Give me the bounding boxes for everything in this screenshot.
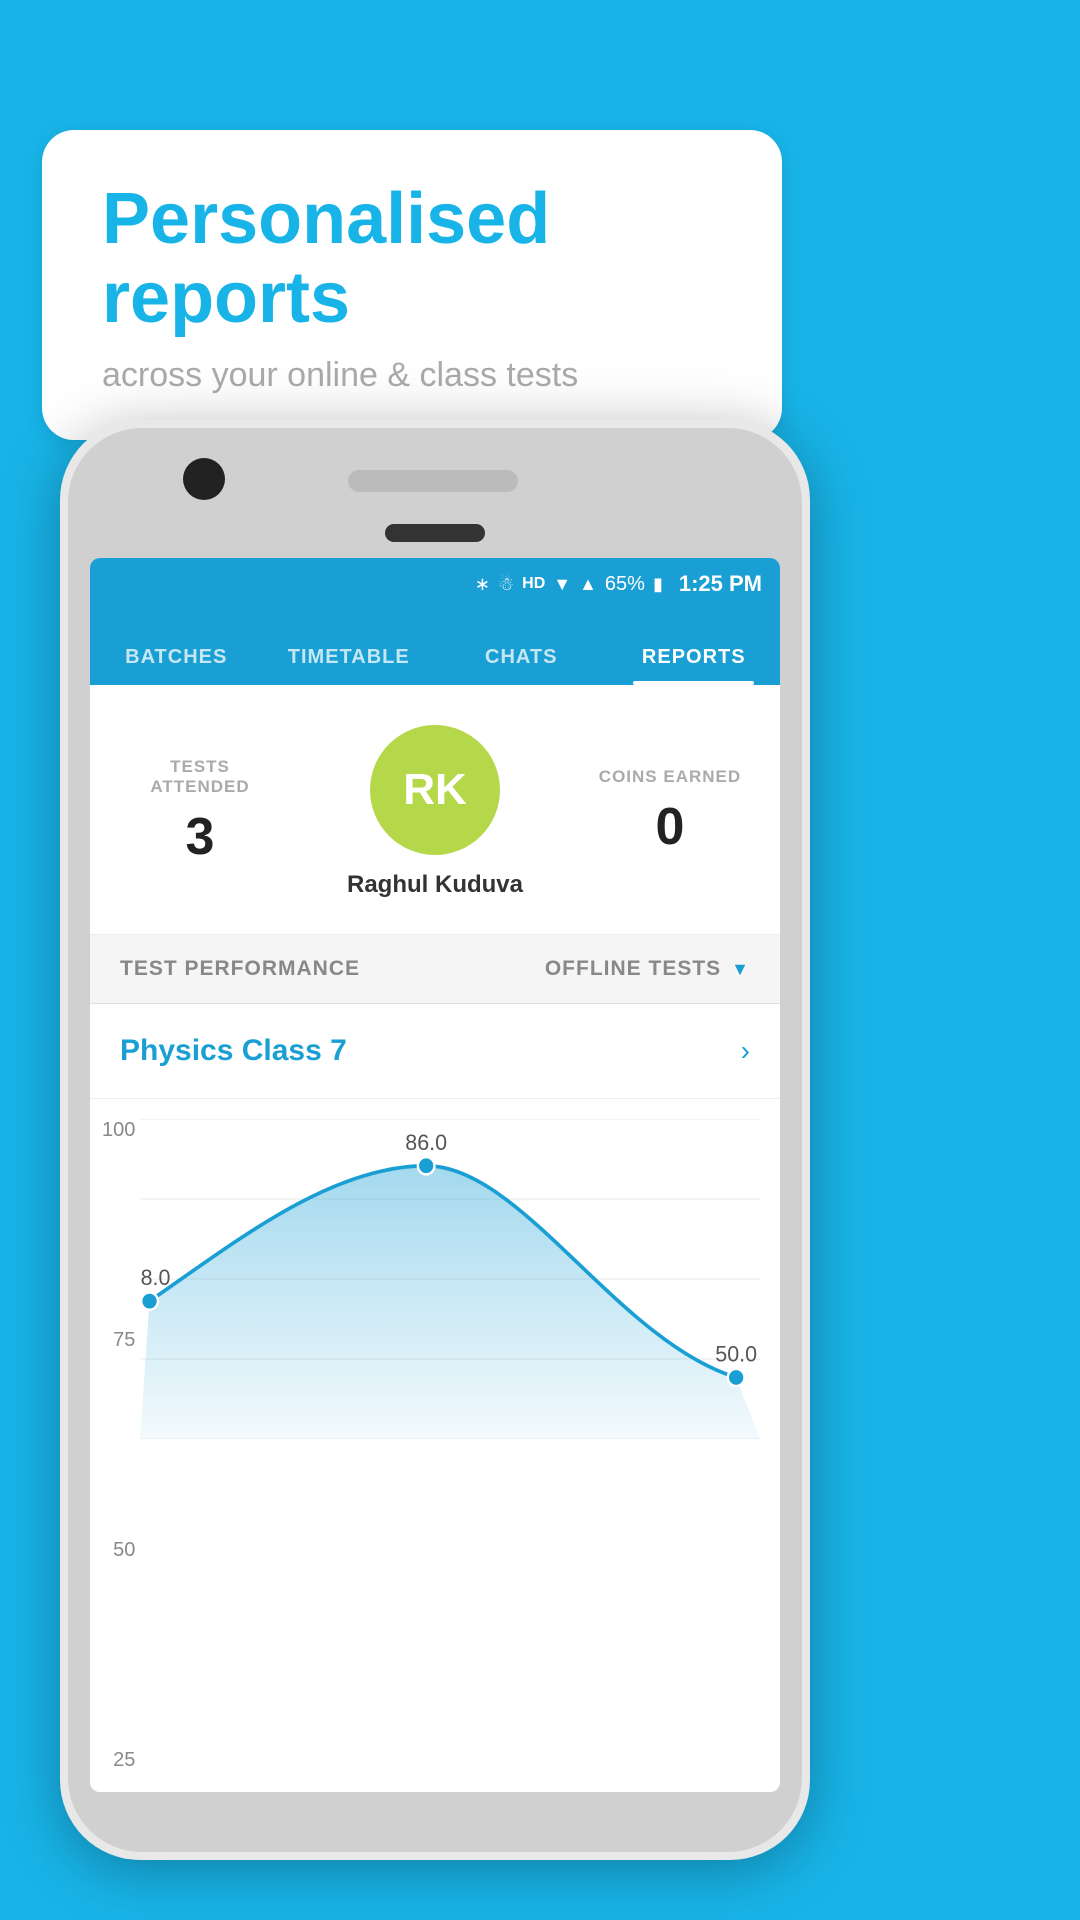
class-row[interactable]: Physics Class 7 › <box>90 1004 780 1099</box>
chart-section: 100 75 50 25 <box>90 1099 780 1792</box>
bubble-subtitle: across your online & class tests <box>102 356 722 395</box>
offline-tests-label: OFFLINE TESTS <box>545 957 721 981</box>
chart-area: 100 75 50 25 <box>140 1119 760 1792</box>
avatar-initials: RK <box>403 765 467 815</box>
avatar-block: RK Raghul Kuduva <box>347 725 523 899</box>
vibrate-icon: ☃ <box>498 574 514 595</box>
value-label-2: 86.0 <box>405 1129 447 1154</box>
phone-outer: ∗ ☃ HD ▼ ▲ 65% ▮ 1:25 PM BATCHES TIMETAB… <box>60 420 810 1860</box>
tests-attended-label: TESTS ATTENDED <box>120 757 280 797</box>
tests-attended-block: TESTS ATTENDED 3 <box>120 757 280 867</box>
avatar-name: Raghul Kuduva <box>347 871 523 899</box>
battery-percent: 65% <box>605 573 645 596</box>
class-arrow-icon: › <box>741 1035 750 1067</box>
data-point-3 <box>728 1369 745 1386</box>
y-axis-labels: 100 75 50 25 <box>102 1119 135 1772</box>
phone-inner: ∗ ☃ HD ▼ ▲ 65% ▮ 1:25 PM BATCHES TIMETAB… <box>68 428 802 1852</box>
line-chart: 68.0 86.0 50.0 <box>140 1119 760 1439</box>
performance-section: TEST PERFORMANCE OFFLINE TESTS ▼ <box>90 935 780 1004</box>
home-button <box>385 524 485 542</box>
coins-earned-block: COINS EARNED 0 <box>590 767 750 857</box>
speaker <box>348 470 518 492</box>
tab-batches[interactable]: BATCHES <box>90 646 263 673</box>
battery-icon: ▮ <box>653 574 663 595</box>
avatar: RK <box>370 725 500 855</box>
offline-tests-dropdown[interactable]: OFFLINE TESTS ▼ <box>545 957 750 981</box>
y-label-75: 75 <box>102 1329 135 1352</box>
tab-chats[interactable]: CHATS <box>435 646 608 673</box>
hd-icon: HD <box>522 575 545 593</box>
speech-bubble: Personalised reports across your online … <box>42 130 782 440</box>
coins-earned-label: COINS EARNED <box>590 767 750 787</box>
y-label-50: 50 <box>102 1539 135 1562</box>
y-label-25: 25 <box>102 1749 135 1772</box>
value-label-3: 50.0 <box>715 1341 757 1366</box>
bubble-title: Personalised reports <box>102 180 722 338</box>
data-point-2 <box>418 1157 435 1174</box>
value-label-1: 68.0 <box>140 1265 170 1290</box>
class-name: Physics Class 7 <box>120 1034 347 1068</box>
performance-label: TEST PERFORMANCE <box>120 957 360 981</box>
camera-icon <box>183 458 225 500</box>
tab-reports[interactable]: REPORTS <box>608 646 781 673</box>
chevron-down-icon: ▼ <box>731 959 750 980</box>
y-label-100: 100 <box>102 1119 135 1142</box>
coins-earned-value: 0 <box>590 797 750 857</box>
time-display: 1:25 PM <box>679 571 762 597</box>
profile-section: TESTS ATTENDED 3 RK Raghul Kuduva COINS … <box>90 685 780 935</box>
tab-bar: BATCHES TIMETABLE CHATS REPORTS <box>90 610 780 685</box>
tests-attended-value: 3 <box>120 807 280 867</box>
status-icons: ∗ ☃ HD ▼ ▲ 65% ▮ 1:25 PM <box>475 571 762 597</box>
phone-screen: ∗ ☃ HD ▼ ▲ 65% ▮ 1:25 PM BATCHES TIMETAB… <box>90 558 780 1792</box>
signal-icon: ▲ <box>579 574 597 595</box>
tab-timetable[interactable]: TIMETABLE <box>263 646 436 673</box>
status-bar: ∗ ☃ HD ▼ ▲ 65% ▮ 1:25 PM <box>90 558 780 610</box>
bluetooth-icon: ∗ <box>475 574 490 595</box>
data-point-1 <box>141 1293 158 1310</box>
wifi-icon: ▼ <box>553 574 571 595</box>
